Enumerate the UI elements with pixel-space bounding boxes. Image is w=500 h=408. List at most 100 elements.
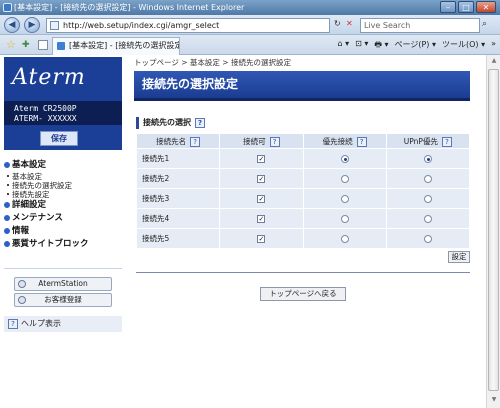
column-header: 優先接続? (302, 133, 387, 149)
table-row: 接続先3 ✓ (135, 188, 471, 209)
back-button[interactable]: ◀ (4, 17, 20, 33)
menu-maintenance[interactable]: メンテナンス (4, 212, 122, 225)
row-name: 接続先4 (135, 208, 221, 229)
priority-radio[interactable] (340, 215, 349, 223)
page-content: Aterm Aterm CR2500P ATERM- XXXXXX 保存 基本設… (0, 55, 500, 408)
upnp-radio[interactable] (423, 235, 432, 243)
tools-menu[interactable]: ツール(O) ▾ (442, 39, 485, 53)
search-input[interactable]: Live Search (360, 18, 480, 33)
window-controls: – □ ✕ (440, 1, 496, 13)
atermstation-button[interactable]: AtermStation (14, 277, 112, 291)
back-to-top-button[interactable]: トップページへ戻る (260, 287, 346, 301)
page-title: 接続先の選択設定 (134, 71, 470, 101)
vertical-scrollbar[interactable]: ▲ ▼ (486, 55, 500, 408)
favorites-star-icon[interactable]: ☆ (6, 38, 16, 51)
enabled-checkbox[interactable]: ✓ (257, 195, 266, 203)
table-row: 接続先5 ✓ (135, 228, 471, 249)
priority-cell (302, 188, 387, 209)
add-favorite-icon[interactable]: ✚ (22, 40, 30, 50)
priority-radio[interactable] (340, 155, 349, 163)
url-text: http://web.setup/index.cgi/amgr_select (63, 21, 220, 30)
col-priority-label: 優先接続 (322, 136, 353, 146)
help-icon[interactable]: ? (269, 136, 280, 147)
ie-icon (3, 3, 12, 12)
row-name: 接続先3 (135, 188, 221, 209)
priority-cell (302, 228, 387, 249)
tab-current[interactable]: [基本設定] - [接続先の選択設定] (52, 37, 180, 55)
print-menu[interactable]: 🖶 ▾ (374, 39, 388, 53)
help-icon[interactable]: ? (441, 136, 452, 147)
enabled-checkbox[interactable]: ✓ (257, 155, 266, 163)
priority-cell (302, 168, 387, 189)
scroll-up-icon[interactable]: ▲ (489, 57, 499, 67)
address-toolbar: ◀ ▶ http://web.setup/index.cgi/amgr_sele… (0, 15, 500, 35)
globe-icon (18, 296, 26, 304)
close-button[interactable]: ✕ (476, 1, 496, 13)
upnp-radio[interactable] (423, 195, 432, 203)
upnp-cell (385, 148, 471, 169)
refresh-icon[interactable]: ↻ (334, 19, 341, 28)
window-title: [基本設定] - [接続先の選択設定] - Windows Internet E… (14, 3, 245, 12)
customer-registration-button[interactable]: お客様登録 (14, 293, 112, 307)
help-icon[interactable]: ? (195, 117, 205, 128)
scroll-thumb[interactable] (488, 69, 499, 391)
help-link[interactable]: ? ヘルプ表示 (4, 316, 122, 332)
model-id: ATERM- XXXXXX (14, 114, 77, 123)
sidebar: Aterm Aterm CR2500P ATERM- XXXXXX 保存 基本設… (4, 55, 122, 408)
help-icon[interactable]: ? (190, 136, 201, 147)
table-row: 接続先1 ✓ (135, 148, 471, 169)
menu-sub-connection[interactable]: 接続先設定 (4, 190, 122, 199)
atermstation-label: AtermStation (38, 279, 88, 288)
page-menu[interactable]: ページ(P) ▾ (395, 39, 436, 53)
priority-cell (302, 208, 387, 229)
upnp-cell (385, 168, 471, 189)
url-field[interactable]: http://web.setup/index.cgi/amgr_select (46, 18, 330, 33)
table-row: 接続先4 ✓ (135, 208, 471, 229)
aterm-logo: Aterm (12, 65, 86, 90)
save-button[interactable]: 保存 (40, 131, 78, 146)
priority-radio[interactable] (340, 175, 349, 183)
home-menu[interactable]: ⌂ ▾ (337, 39, 349, 53)
search-icon[interactable]: ⌕ (482, 19, 496, 32)
section-title-text: 接続先の選択 (143, 118, 191, 127)
col-upnp-label: UPnP優先 (403, 136, 438, 146)
priority-radio[interactable] (340, 195, 349, 203)
tab-page-icon (57, 42, 65, 50)
minimize-button[interactable]: – (440, 1, 456, 13)
section-title: 接続先の選択? (136, 117, 205, 129)
menu-sub-basic[interactable]: 基本設定 (4, 172, 122, 181)
menu-info[interactable]: 情報 (4, 225, 122, 238)
model-name: Aterm CR2500P (14, 104, 77, 113)
help-icon[interactable]: ? (356, 136, 367, 147)
brand-panel: Aterm Aterm CR2500P ATERM- XXXXXX 保存 (4, 57, 122, 150)
connection-table: 接続先名? 接続可? 優先接続? UPnP優先? 接続先1 ✓ 接続先2 ✓ 接… (135, 133, 471, 249)
feeds-menu[interactable]: ⊡ ▾ (355, 39, 368, 53)
priority-radio[interactable] (340, 235, 349, 243)
menu-sub-select[interactable]: 接続先の選択設定 (4, 181, 122, 190)
menu-site-block[interactable]: 悪質サイトブロック (4, 238, 122, 251)
menu-basic-settings[interactable]: 基本設定 (4, 159, 122, 172)
upnp-radio[interactable] (423, 215, 432, 223)
enabled-checkbox[interactable]: ✓ (257, 235, 266, 243)
enabled-checkbox[interactable]: ✓ (257, 215, 266, 223)
command-bar: ⌂ ▾ ⊡ ▾ 🖶 ▾ ページ(P) ▾ ツール(O) ▾ » (337, 39, 496, 53)
maximize-button[interactable]: □ (458, 1, 474, 13)
enabled-cell: ✓ (219, 168, 304, 189)
quick-tabs-icon[interactable] (38, 40, 48, 50)
row-name: 接続先2 (135, 168, 221, 189)
page-icon (50, 21, 59, 30)
upnp-radio[interactable] (423, 175, 432, 183)
upnp-radio[interactable] (423, 155, 432, 163)
scroll-down-icon[interactable]: ▼ (489, 396, 499, 406)
enabled-checkbox[interactable]: ✓ (257, 175, 266, 183)
forward-button[interactable]: ▶ (24, 17, 40, 33)
column-header: 接続先名? (135, 133, 221, 149)
set-button[interactable]: 設定 (448, 251, 470, 263)
enabled-cell: ✓ (219, 148, 304, 169)
tab-toolbar: ☆ ✚ [基本設定] - [接続先の選択設定] ⌂ ▾ ⊡ ▾ 🖶 ▾ ページ(… (0, 35, 500, 55)
upnp-cell (385, 228, 471, 249)
model-band: Aterm CR2500P ATERM- XXXXXX (4, 101, 122, 125)
more-menu[interactable]: » (491, 39, 496, 53)
menu-advanced[interactable]: 詳細設定 (4, 199, 122, 212)
stop-icon[interactable]: ✕ (346, 19, 353, 28)
